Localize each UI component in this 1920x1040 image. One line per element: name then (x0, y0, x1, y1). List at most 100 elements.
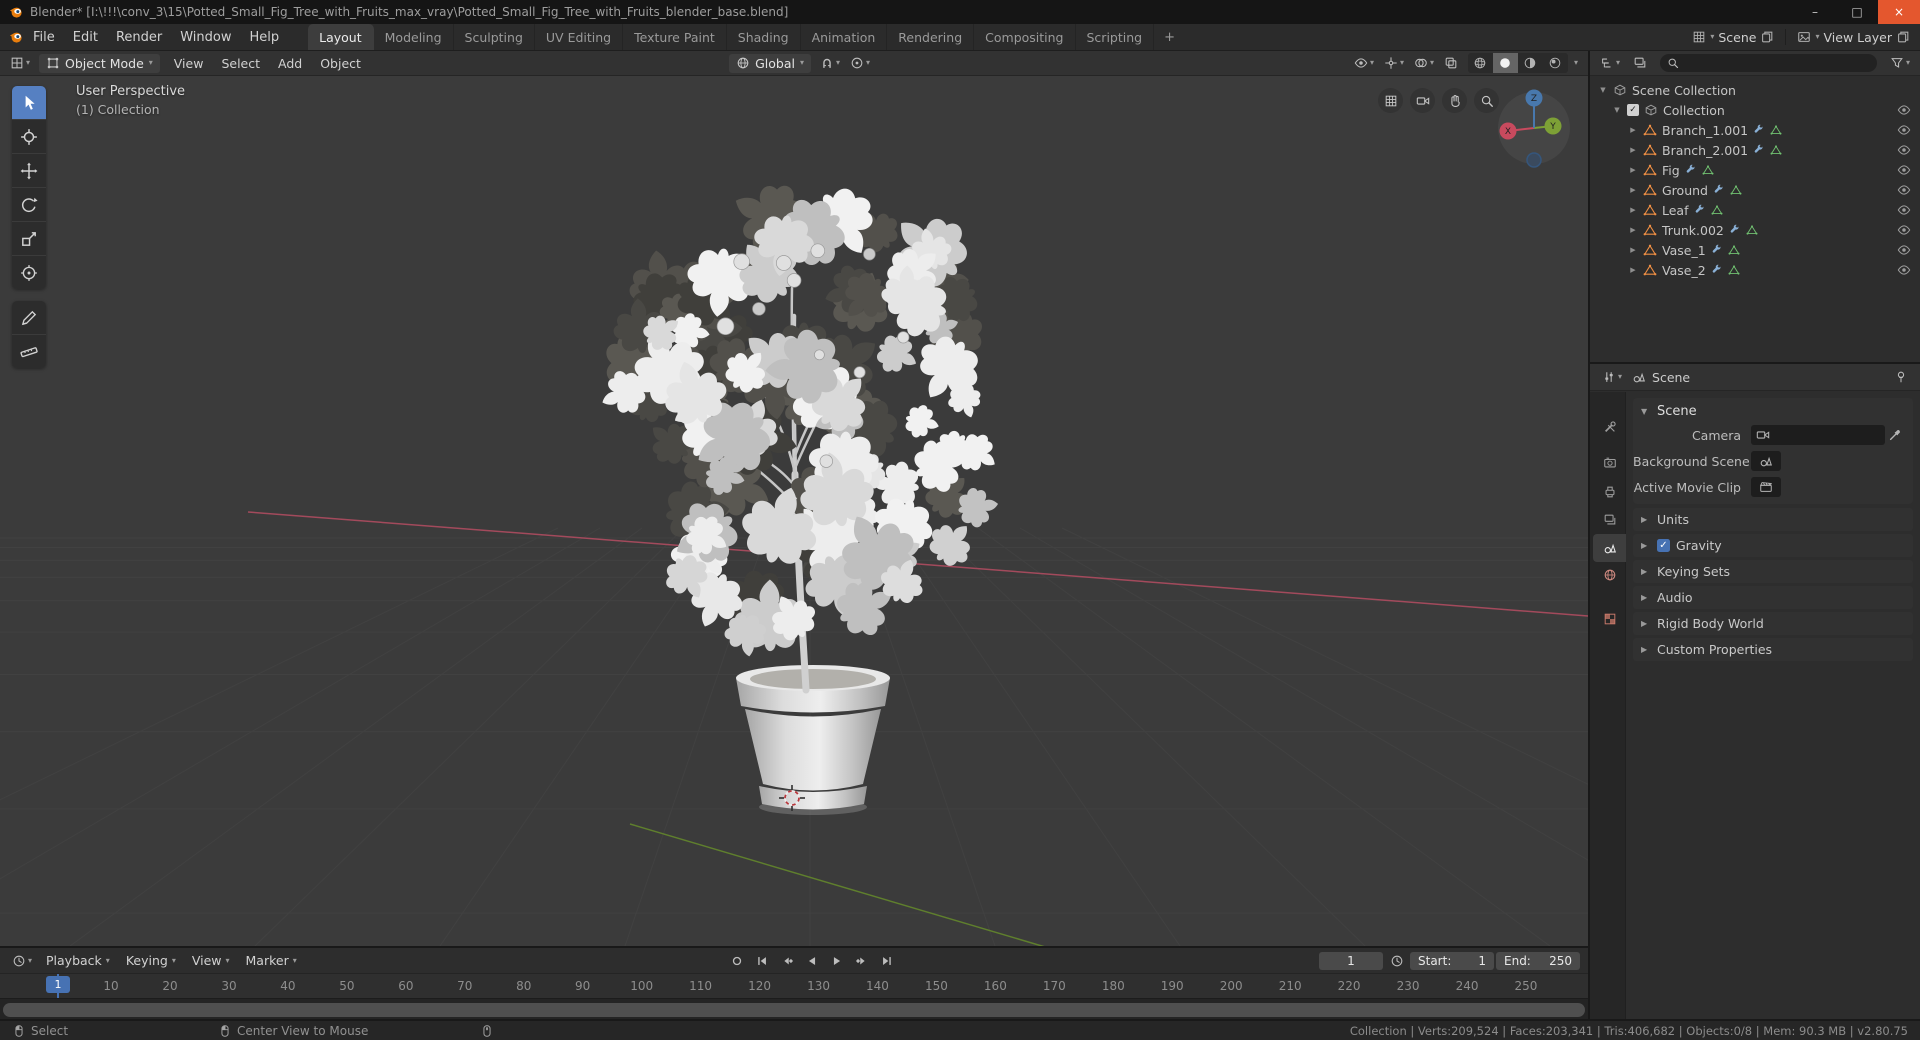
pin-button[interactable] (1890, 368, 1912, 386)
tab-world[interactable] (1593, 561, 1626, 589)
expand-icon[interactable]: ▶ (1628, 166, 1638, 174)
timeline-menu-item[interactable]: Marker ▾ (238, 953, 305, 968)
object-name[interactable]: Ground (1662, 183, 1708, 198)
jump-to-start-button[interactable] (750, 951, 773, 971)
tool-3d-cursor[interactable] (12, 120, 46, 153)
viewport-menu-item[interactable]: View (165, 56, 213, 71)
blender-menu-icon[interactable] (8, 29, 24, 45)
collapse-icon[interactable]: ▼ (1598, 86, 1608, 94)
view-layer-name[interactable]: View Layer (1824, 30, 1893, 45)
tab-tool[interactable] (1593, 413, 1626, 441)
camera-field[interactable] (1751, 425, 1885, 445)
tool-transform[interactable] (12, 256, 46, 289)
jump-to-end-button[interactable] (875, 951, 898, 971)
hide-eye-icon[interactable] (1897, 123, 1911, 137)
camera-view-button[interactable] (1410, 88, 1435, 113)
scene-selector[interactable]: ▾ Scene (1692, 30, 1774, 45)
properties-panel-header[interactable]: ▶ ✓ Audio (1633, 586, 1913, 609)
overlays-dropdown[interactable]: ▾ (1410, 54, 1438, 72)
outliner-editor-type-dropdown[interactable]: ▾ (1596, 54, 1624, 72)
workspace-tab[interactable]: Shading (727, 24, 801, 50)
outliner-object-row[interactable]: ▶ Branch_2.001 (1590, 140, 1920, 160)
shading-material-button[interactable] (1518, 53, 1543, 73)
next-keyframe-button[interactable] (850, 951, 873, 971)
object-name[interactable]: Trunk.002 (1662, 223, 1724, 238)
timeline-scrollbar[interactable] (0, 998, 1588, 1020)
tool-select-box[interactable] (12, 86, 46, 119)
properties-panel-header[interactable]: ▶ ✓ Keying Sets (1633, 560, 1913, 583)
pan-view-button[interactable] (1442, 88, 1467, 113)
timeline-ruler[interactable]: 10 20 30 40 50 60 70 80 90 100 110 120 130 140 150 160 1… (0, 973, 1588, 998)
expand-icon[interactable]: ▶ (1628, 226, 1638, 234)
outliner-object-row[interactable]: ▶ Trunk.002 (1590, 220, 1920, 240)
playhead-frame-badge[interactable]: 1 (46, 976, 70, 993)
hide-eye-icon[interactable] (1897, 143, 1911, 157)
frame-end-field[interactable]: End: 250 (1496, 951, 1580, 970)
xray-toggle[interactable] (1440, 54, 1462, 72)
workspace-tab[interactable]: Rendering (887, 24, 975, 50)
panel-checkbox[interactable]: ✓ (1657, 539, 1670, 552)
menu-item[interactable]: Help (241, 24, 289, 50)
scene-name[interactable]: Scene (1718, 30, 1756, 45)
auto-key-button[interactable] (725, 951, 748, 971)
outliner-collection-row[interactable]: ▼ ✓ Collection (1590, 100, 1920, 120)
object-name[interactable]: Vase_2 (1662, 263, 1706, 278)
new-view-layer-icon[interactable] (1896, 30, 1910, 44)
tab-view-layer[interactable] (1593, 506, 1626, 534)
viewport-menu-item[interactable]: Object (311, 56, 370, 71)
snap-toggle[interactable]: ▾ (816, 54, 844, 72)
properties-panel-header[interactable]: ▶ ✓ Units (1633, 508, 1913, 531)
properties-panel-header[interactable]: ▶ ✓ Gravity (1633, 534, 1913, 557)
workspace-tab[interactable]: Texture Paint (623, 24, 727, 50)
mode-dropdown[interactable]: Object Mode ▾ (39, 53, 160, 73)
outliner-object-row[interactable]: ▶ Vase_2 (1590, 260, 1920, 280)
outliner-search-input[interactable] (1683, 56, 1870, 70)
workspace-tab[interactable]: Sculpting (454, 24, 535, 50)
display-mode-dropdown[interactable] (1629, 54, 1651, 72)
eyedropper-button[interactable] (1885, 428, 1905, 442)
viewport-menu-item[interactable]: Add (269, 56, 311, 71)
outliner-object-row[interactable]: ▶ Ground (1590, 180, 1920, 200)
hide-eye-icon[interactable] (1897, 223, 1911, 237)
play-reverse-button[interactable] (800, 951, 823, 971)
timeline-menu-item[interactable]: View ▾ (184, 953, 238, 968)
menu-item[interactable]: Render (107, 24, 171, 50)
view-layer-selector[interactable]: ▾ View Layer (1797, 30, 1910, 45)
add-workspace-button[interactable]: + (1154, 24, 1185, 50)
scene-collection-name[interactable]: Scene Collection (1632, 83, 1736, 98)
play-button[interactable] (825, 951, 848, 971)
hide-eye-icon[interactable] (1897, 243, 1911, 257)
editor-type-dropdown[interactable]: ▾ (6, 54, 34, 72)
hide-eye-icon[interactable] (1897, 263, 1911, 277)
close-button[interactable]: × (1878, 0, 1920, 24)
current-frame-field[interactable]: 1 (1319, 951, 1383, 970)
workspace-tab[interactable]: Scripting (1076, 24, 1155, 50)
tab-output[interactable] (1593, 478, 1626, 506)
workspace-tab[interactable]: Animation (801, 24, 888, 50)
frame-start-field[interactable]: Start: 1 (1410, 951, 1494, 970)
scrollbar-handle[interactable] (3, 1003, 1585, 1017)
properties-editor-type-dropdown[interactable]: ▾ (1598, 368, 1626, 386)
workspace-tab[interactable]: Layout (308, 24, 374, 50)
collection-checkbox[interactable]: ✓ (1627, 104, 1639, 116)
expand-icon[interactable]: ▶ (1628, 126, 1638, 134)
outliner-object-row[interactable]: ▶ Fig (1590, 160, 1920, 180)
transform-orientation-dropdown[interactable]: Global ▾ (729, 53, 811, 73)
menu-item[interactable]: Edit (64, 24, 107, 50)
shading-wireframe-button[interactable] (1468, 53, 1493, 73)
outliner-object-row[interactable]: ▶ Vase_1 (1590, 240, 1920, 260)
tab-render[interactable] (1593, 449, 1626, 477)
proportional-edit-dropdown[interactable]: ▾ (846, 54, 874, 72)
hide-eye-icon[interactable] (1897, 183, 1911, 197)
background-scene-field[interactable] (1751, 451, 1781, 471)
viewport-3d[interactable]: X Y Z User Perspective (1) Collection (0, 76, 1588, 946)
hide-eye-icon[interactable] (1897, 163, 1911, 177)
object-name[interactable]: Leaf (1662, 203, 1689, 218)
collapse-icon[interactable]: ▼ (1612, 106, 1622, 114)
workspace-tab[interactable]: UV Editing (535, 24, 624, 50)
movie-clip-field[interactable] (1751, 477, 1781, 497)
menu-item[interactable]: File (24, 24, 64, 50)
workspace-tab[interactable]: Compositing (974, 24, 1076, 50)
properties-panel-header[interactable]: ▶ ✓ Custom Properties (1633, 638, 1913, 661)
preview-range-button[interactable] (1385, 951, 1408, 971)
